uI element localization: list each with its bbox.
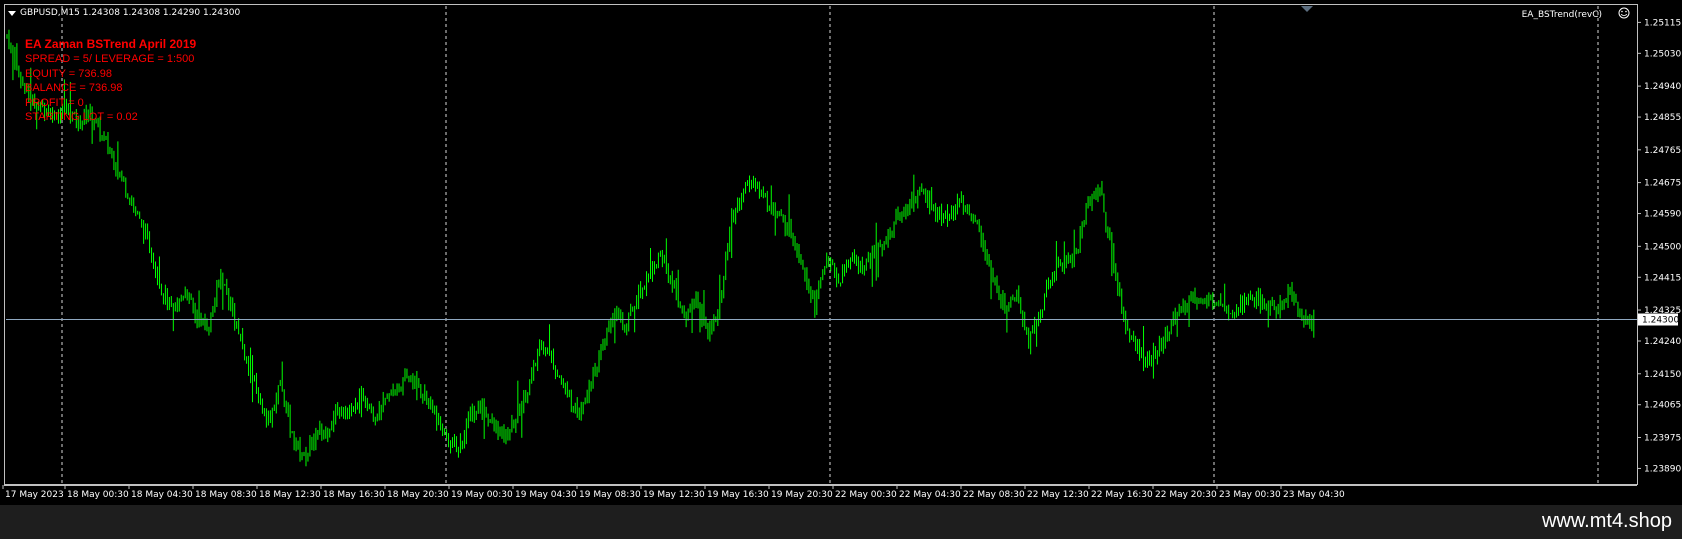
price-tick-label: 1.24675 <box>1644 179 1681 189</box>
time-tick-label: 22 May 08:30 <box>963 490 1025 500</box>
price-tick-label: 1.25030 <box>1644 49 1681 59</box>
symbol-menu-arrow-icon[interactable] <box>8 11 16 16</box>
time-tick-label: 22 May 12:30 <box>1027 490 1089 500</box>
time-tick-label: 17 May 2023 <box>5 490 64 500</box>
price-tick-label: 1.25115 <box>1644 18 1681 28</box>
time-tick-label: 18 May 04:30 <box>131 490 193 500</box>
time-tick-label: 19 May 20:30 <box>771 490 833 500</box>
smiley-icon[interactable] <box>1618 7 1630 19</box>
grid-layer <box>61 6 1599 483</box>
time-tick-label: 19 May 12:30 <box>643 490 705 500</box>
price-axis[interactable]: 1.25115 1.25030 1.24940 1.24855 1.24765 1.246… <box>1637 4 1681 485</box>
ea-equity-line: EQUITY = 736.98 <box>25 68 112 80</box>
time-tick-label: 19 May 04:30 <box>515 490 577 500</box>
time-tick-label: 22 May 04:30 <box>899 490 961 500</box>
time-tick-label: 22 May 16:30 <box>1091 490 1153 500</box>
time-tick-label: 18 May 20:30 <box>387 490 449 500</box>
chart-window[interactable]: 1.25115 1.25030 1.24940 1.24855 1.24765 1.246… <box>0 0 1682 505</box>
ea-balance-line: BALANCE = 736.98 <box>25 82 123 94</box>
price-tick-label: 1.24415 <box>1644 273 1681 283</box>
ea-profit-line: PROFIT = 0 <box>25 97 84 109</box>
price-tick-label: 1.24065 <box>1644 401 1681 411</box>
price-tick-label: 1.24855 <box>1644 113 1681 123</box>
price-tick-label: 1.24500 <box>1644 242 1681 252</box>
ea-spread-line: SPREAD = 5/ LEVERAGE = 1:500 <box>25 53 194 65</box>
ea-info-panel: EA Zaman BSTrend April 2019 SPREAD = 5/ … <box>25 37 196 123</box>
current-price-label: 1.24300 <box>1642 316 1679 326</box>
ea-starting-lot-line: STARTING LOT = 0.02 <box>25 111 138 123</box>
price-tick-label: 1.24240 <box>1644 337 1681 347</box>
time-tick-label: 18 May 12:30 <box>259 490 321 500</box>
price-tick-label: 1.24765 <box>1644 146 1681 156</box>
time-tick-label: 18 May 08:30 <box>195 490 257 500</box>
time-tick-label: 18 May 00:30 <box>67 490 129 500</box>
time-tick-label: 18 May 16:30 <box>323 490 385 500</box>
time-tick-label: 19 May 08:30 <box>579 490 641 500</box>
time-tick-label: 23 May 04:30 <box>1283 490 1345 500</box>
candle-series <box>6 29 1315 467</box>
price-tick-label: 1.23975 <box>1644 433 1681 443</box>
time-axis[interactable]: 17 May 2023 18 May 00:30 18 May 04:30 18 Ma… <box>2 485 1637 500</box>
footer-url: www.mt4.shop <box>1541 510 1672 532</box>
symbol-ohlc-header: GBPUSD,M15 1.24308 1.24308 1.24290 1.243… <box>20 8 240 18</box>
price-tick-label: 1.24590 <box>1644 210 1681 220</box>
time-tick-label: 22 May 00:30 <box>835 490 897 500</box>
time-tick-label: 23 May 00:30 <box>1219 490 1281 500</box>
price-tick-label: 1.23890 <box>1644 464 1681 474</box>
chart-shift-marker[interactable] <box>1301 6 1313 12</box>
indicator-name: EA_BSTrend(revC) <box>1522 10 1602 20</box>
time-tick-label: 19 May 16:30 <box>707 490 769 500</box>
time-tick-label: 19 May 00:30 <box>451 490 513 500</box>
price-tick-label: 1.24150 <box>1644 370 1681 380</box>
price-tick-label: 1.24940 <box>1644 82 1681 92</box>
time-tick-label: 22 May 20:30 <box>1155 490 1217 500</box>
chart-frame <box>4 4 1638 485</box>
price-chart[interactable]: 1.25115 1.25030 1.24940 1.24855 1.24765 1.246… <box>0 0 1682 505</box>
ea-title: EA Zaman BSTrend April 2019 <box>25 37 196 51</box>
